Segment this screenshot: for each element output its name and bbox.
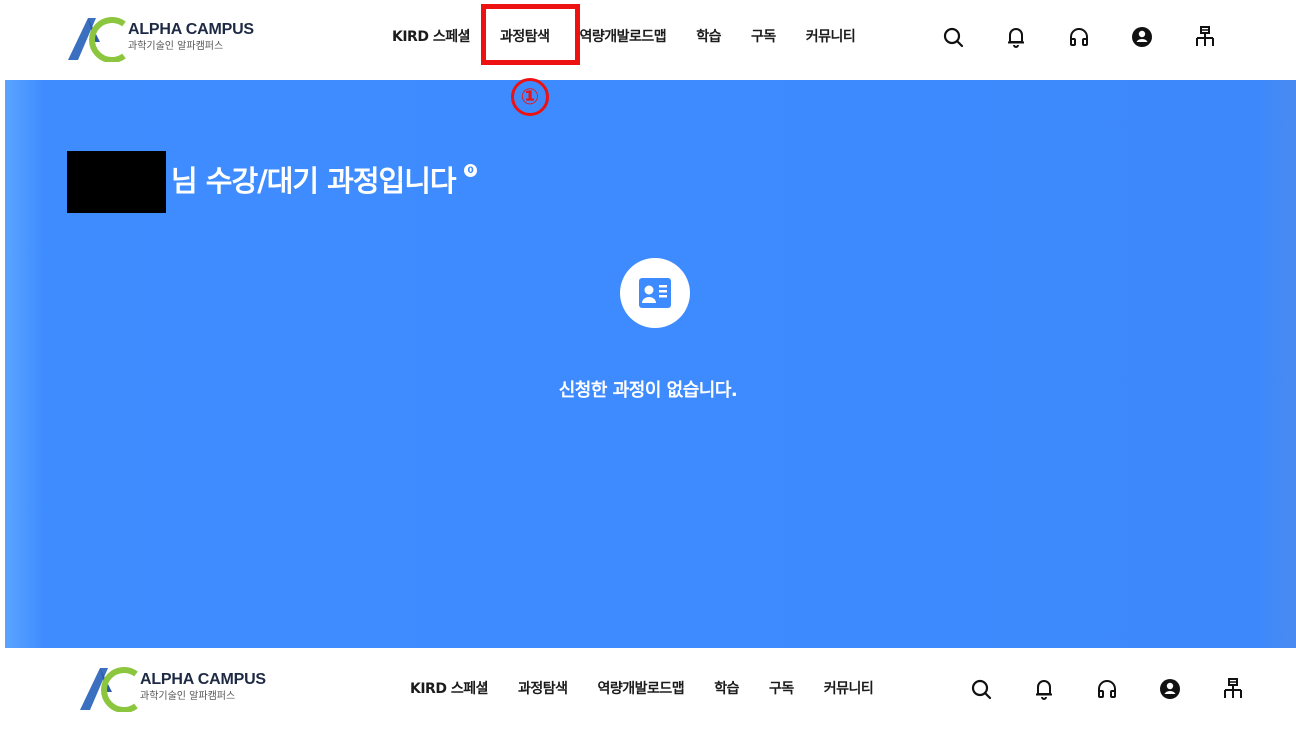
nav-item-subscribe[interactable]: 구독	[751, 26, 776, 46]
user-icon[interactable]	[1129, 24, 1155, 50]
main-nav: KIRD 스페셜 과정탐색 역량개발로드맵 학습 구독 커뮤니티	[410, 678, 903, 698]
annotation-highlight-box	[481, 4, 580, 65]
search-icon[interactable]	[940, 24, 966, 50]
header-icons	[968, 676, 1283, 702]
alpha-campus-logo-icon	[68, 17, 126, 62]
redacted-username	[67, 151, 166, 213]
nav-item-kird-special[interactable]: KIRD 스페셜	[410, 678, 488, 698]
nav-item-roadmap[interactable]: 역량개발로드맵	[580, 26, 667, 46]
alpha-campus-logo-icon	[80, 667, 138, 712]
headset-icon[interactable]	[1094, 676, 1120, 702]
logo-title: ALPHA CAMPUS	[140, 671, 266, 688]
site-header: ALPHA CAMPUS 과학기술인 알파캠퍼스 KIRD 스페셜 과정탐색 역…	[0, 0, 1296, 80]
logo-title: ALPHA CAMPUS	[128, 21, 254, 38]
search-icon[interactable]	[968, 676, 994, 702]
logo-subtitle: 과학기술인 알파캠퍼스	[128, 41, 224, 52]
nav-item-learning[interactable]: 학습	[696, 26, 721, 46]
header-icons	[940, 24, 1255, 50]
page-title: 님 수강/대기 과정입니다 0	[171, 158, 477, 200]
nav-item-community[interactable]: 커뮤니티	[824, 678, 874, 698]
alpha-campus-logo[interactable]: ALPHA CAMPUS 과학기술인 알파캠퍼스	[66, 12, 254, 62]
id-card-icon	[620, 258, 690, 328]
sitemap-icon[interactable]	[1220, 676, 1246, 702]
course-count-badge: 0	[463, 164, 477, 177]
step-marker: ①	[511, 78, 549, 116]
sitemap-icon[interactable]	[1192, 24, 1218, 50]
nav-item-roadmap[interactable]: 역량개발로드맵	[598, 678, 685, 698]
logo-subtitle: 과학기술인 알파캠퍼스	[140, 691, 236, 702]
nav-item-kird-special[interactable]: KIRD 스페셜	[392, 26, 470, 46]
nav-item-subscribe[interactable]: 구독	[769, 678, 794, 698]
bell-icon[interactable]	[1003, 24, 1029, 50]
user-icon[interactable]	[1157, 676, 1183, 702]
main-nav: KIRD 스페셜 과정탐색 역량개발로드맵 학습 구독 커뮤니티	[392, 26, 885, 46]
headset-icon[interactable]	[1066, 24, 1092, 50]
bell-icon[interactable]	[1031, 676, 1057, 702]
empty-state-message: 신청한 과정이 없습니다.	[558, 380, 738, 401]
nav-item-course-search[interactable]: 과정탐색	[518, 678, 568, 698]
page-title-text: 님 수강/대기 과정입니다	[171, 164, 457, 198]
nav-item-community[interactable]: 커뮤니티	[806, 26, 856, 46]
nav-item-learning[interactable]: 학습	[714, 678, 739, 698]
alpha-campus-logo[interactable]: ALPHA CAMPUS 과학기술인 알파캠퍼스	[78, 662, 266, 712]
site-header-repeat: ALPHA CAMPUS 과학기술인 알파캠퍼스 KIRD 스페셜 과정탐색 역…	[0, 648, 1296, 730]
